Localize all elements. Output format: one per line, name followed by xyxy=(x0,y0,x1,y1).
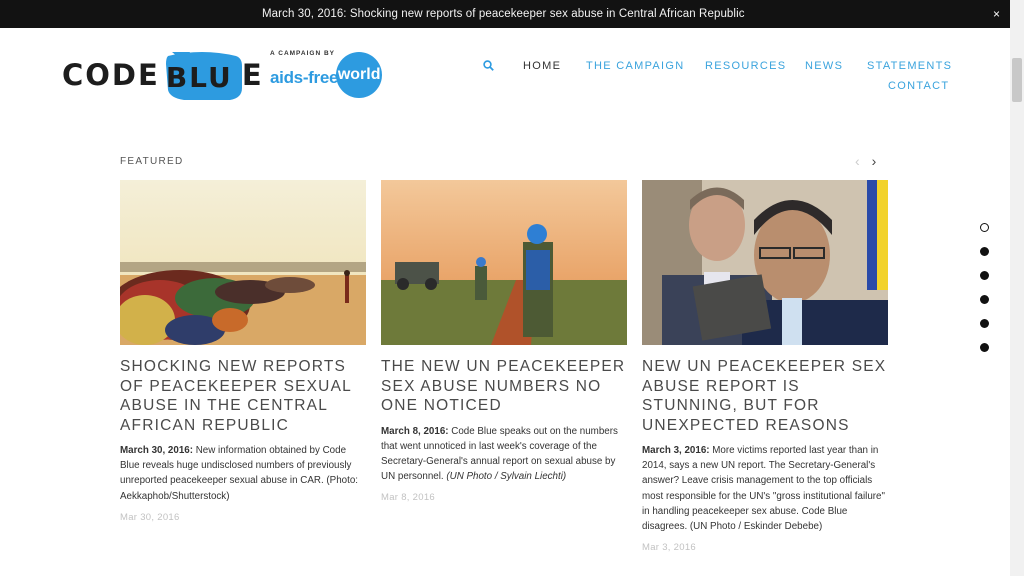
card-summary: March 8, 2016: Code Blue speaks out on t… xyxy=(381,424,627,485)
partner-world-circle: world xyxy=(336,52,383,98)
nav-news[interactable]: NEWS xyxy=(805,60,843,72)
card-title[interactable]: THE NEW UN PEACEKEEPER SEX ABUSE NUMBERS… xyxy=(381,357,627,416)
card-date: Mar 3, 2016 xyxy=(642,542,696,554)
card-photo-peacekeepers[interactable] xyxy=(381,180,627,345)
card-lead-date: March 8, 2016: xyxy=(381,425,449,437)
announcement-bar[interactable]: March 30, 2016: Shocking new reports of … xyxy=(0,0,1010,28)
pager-dot[interactable] xyxy=(980,343,989,352)
card-title[interactable]: NEW UN PEACEKEEPER SEX ABUSE REPORT IS S… xyxy=(642,357,888,435)
scrollbar-thumb[interactable] xyxy=(1012,58,1022,102)
card-summary: March 3, 2016: More victims reported las… xyxy=(642,443,888,534)
nav-home[interactable]: HOME xyxy=(523,60,561,72)
logo-bubble-text: BLU xyxy=(165,61,233,94)
pager-dot[interactable] xyxy=(980,223,989,232)
card-date: Mar 30, 2016 xyxy=(120,511,180,523)
featured-card[interactable]: NEW UN PEACEKEEPER SEX ABUSE REPORT IS S… xyxy=(642,180,888,553)
search-icon[interactable] xyxy=(483,59,494,74)
card-title[interactable]: SHOCKING NEW REPORTS OF PEACEKEEPER SEXU… xyxy=(120,357,366,435)
card-lead-date: March 30, 2016: xyxy=(120,445,193,456)
card-summary: March 30, 2016: New information obtained… xyxy=(120,443,366,504)
carousel-arrows: ‹ › xyxy=(855,153,876,169)
pager-dot[interactable] xyxy=(980,295,989,304)
aids-free-world-logo[interactable]: A CAMPAIGN BY aids-free world xyxy=(270,50,383,98)
chevron-left-icon[interactable]: ‹ xyxy=(855,153,860,169)
featured-card[interactable]: SHOCKING NEW REPORTS OF PEACEKEEPER SEXU… xyxy=(120,180,366,523)
nav-contact[interactable]: CONTACT xyxy=(888,80,949,92)
pager-dot[interactable] xyxy=(980,247,989,256)
partner-aids-text: aids-free xyxy=(270,68,339,87)
main-nav: HOME THE CAMPAIGN RESOURCES NEWS STATEME… xyxy=(483,59,951,99)
scrollbar[interactable] xyxy=(1010,0,1024,576)
card-date: Mar 8, 2016 xyxy=(381,492,435,504)
close-icon[interactable]: × xyxy=(993,7,1000,21)
nav-resources[interactable]: RESOURCES xyxy=(705,60,786,72)
featured-heading: FEATURED xyxy=(120,156,184,167)
card-photo-credit: (UN Photo / Sylvain Liechti) xyxy=(446,471,567,483)
pager-dot[interactable] xyxy=(980,319,989,328)
logo-prefix: CODE xyxy=(62,58,160,92)
pager-dot[interactable] xyxy=(980,271,989,280)
code-blue-logo[interactable]: CODE BLU E xyxy=(62,48,262,102)
card-body: More victims reported last year than in … xyxy=(642,445,885,533)
featured-card[interactable]: THE NEW UN PEACEKEEPER SEX ABUSE NUMBERS… xyxy=(381,180,627,503)
section-pager xyxy=(980,223,990,367)
chevron-right-icon[interactable]: › xyxy=(872,153,877,169)
logo-bubble: BLU xyxy=(162,50,242,100)
announcement-text[interactable]: March 30, 2016: Shocking new reports of … xyxy=(262,8,745,20)
nav-statements[interactable]: STATEMENTS xyxy=(867,60,952,72)
logo-suffix: E xyxy=(241,58,262,92)
card-lead-date: March 3, 2016: xyxy=(642,445,710,456)
card-photo-crowd[interactable] xyxy=(120,180,366,345)
nav-the-campaign[interactable]: THE CAMPAIGN xyxy=(586,60,685,72)
card-photo-officials[interactable] xyxy=(642,180,888,345)
